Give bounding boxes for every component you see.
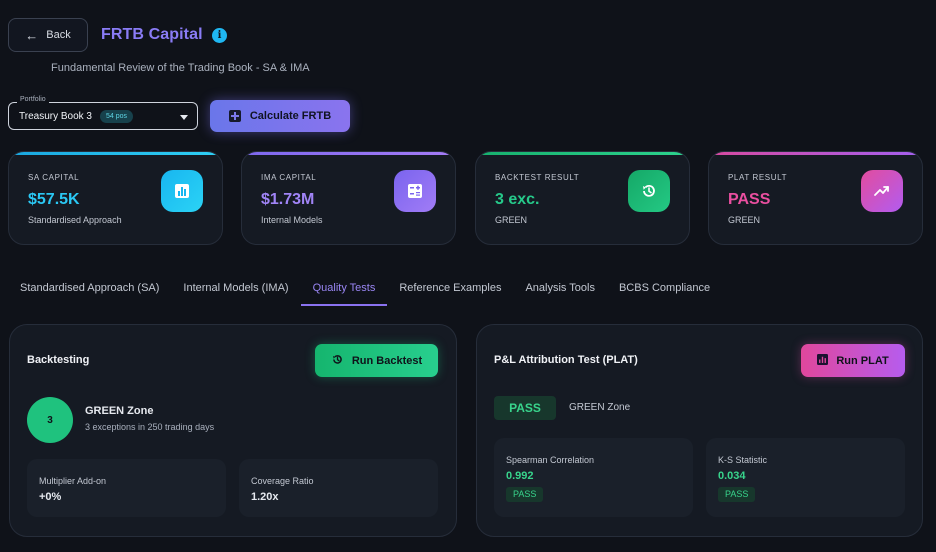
page-title: FRTB Capital <box>101 26 203 43</box>
multiplier-addon-box: Multiplier Add-on +0% <box>27 459 226 517</box>
card-label: BACKTEST RESULT <box>495 173 580 182</box>
card-sub: Internal Models <box>261 215 323 225</box>
plat-zone-label: GREEN Zone <box>569 402 631 413</box>
backtesting-title: Backtesting <box>27 354 90 366</box>
card-accent-line <box>476 152 689 155</box>
status-badge: PASS <box>718 487 756 502</box>
stat-label: Coverage Ratio <box>251 476 314 486</box>
back-button[interactable]: ← Back <box>8 18 88 52</box>
tab-standardised-approach[interactable]: Standardised Approach (SA) <box>20 281 171 306</box>
card-sub: Standardised Approach <box>28 215 122 225</box>
tab-internal-models[interactable]: Internal Models (IMA) <box>171 281 300 306</box>
calculate-frtb-button[interactable]: Calculate FRTB <box>210 100 350 132</box>
card-sub: GREEN <box>495 215 528 225</box>
card-value: $1.73M <box>261 191 315 208</box>
bar-chart-icon <box>161 170 203 212</box>
card-label: PLAT RESULT <box>728 173 788 182</box>
card-value: $57.5K <box>28 191 80 208</box>
caret-down-icon <box>180 115 188 120</box>
portfolio-value: Treasury Book 3 <box>19 111 92 122</box>
run-plat-button[interactable]: Run PLAT <box>801 344 905 377</box>
portfolio-legend: Portfolio <box>17 96 49 103</box>
plat-title: P&L Attribution Test (PLAT) <box>494 354 638 366</box>
run-backtest-label: Run Backtest <box>351 354 423 367</box>
card-label: SA CAPITAL <box>28 173 80 182</box>
tab-reference-examples[interactable]: Reference Examples <box>387 281 513 306</box>
run-backtest-button[interactable]: Run Backtest <box>315 344 438 377</box>
history-icon <box>331 353 344 369</box>
tab-bar: Standardised Approach (SA) Internal Mode… <box>20 281 722 307</box>
ima-capital-card: IMA CAPITAL $1.73M Internal Models <box>241 151 456 245</box>
tab-bcbs-compliance[interactable]: BCBS Compliance <box>607 281 722 306</box>
coverage-ratio-box: Coverage Ratio 1.20x <box>239 459 438 517</box>
tab-quality-tests[interactable]: Quality Tests <box>300 281 388 306</box>
stat-value: 0.034 <box>718 470 746 482</box>
card-label: IMA CAPITAL <box>261 173 317 182</box>
card-accent-line <box>242 152 455 155</box>
ks-statistic-box: K-S Statistic 0.034 PASS <box>706 438 905 517</box>
status-badge: PASS <box>506 487 544 502</box>
calculate-label: Calculate FRTB <box>249 110 332 122</box>
sa-capital-card: SA CAPITAL $57.5K Standardised Approach <box>8 151 223 245</box>
trending-up-icon <box>861 170 903 212</box>
card-accent-line <box>709 152 922 155</box>
plat-result-card: PLAT RESULT PASS GREEN <box>708 151 923 245</box>
exception-count-badge: 3 <box>27 397 73 443</box>
card-value: 3 exc. <box>495 191 540 208</box>
page-subtitle: Fundamental Review of the Trading Book -… <box>51 62 310 74</box>
zone-title: GREEN Zone <box>85 405 154 417</box>
card-accent-line <box>9 152 222 155</box>
calculator-icon <box>228 110 241 122</box>
stat-label: Spearman Correlation <box>506 455 595 465</box>
portfolio-select[interactable]: Portfolio Treasury Book 3 54 pos <box>8 96 198 130</box>
stat-value: 0.992 <box>506 470 534 482</box>
arrow-left-icon: ← <box>25 27 39 43</box>
stat-label: K-S Statistic <box>718 455 768 465</box>
backtest-result-card: BACKTEST RESULT 3 exc. GREEN <box>475 151 690 245</box>
stat-value: +0% <box>39 491 62 503</box>
history-icon <box>628 170 670 212</box>
stat-value: 1.20x <box>251 491 279 503</box>
bar-chart-icon <box>817 353 829 368</box>
card-sub: GREEN <box>728 215 761 225</box>
info-icon[interactable]: i <box>212 28 227 43</box>
back-label: Back <box>46 29 71 41</box>
plat-pass-badge: PASS <box>494 396 556 420</box>
calculator-icon <box>394 170 436 212</box>
run-plat-label: Run PLAT <box>836 354 889 367</box>
card-value: PASS <box>728 191 771 208</box>
spearman-correlation-box: Spearman Correlation 0.992 PASS <box>494 438 693 517</box>
stat-label: Multiplier Add-on <box>39 476 107 486</box>
position-count-badge: 54 pos <box>100 110 134 123</box>
tab-analysis-tools[interactable]: Analysis Tools <box>513 281 607 306</box>
zone-description: 3 exceptions in 250 trading days <box>85 422 215 432</box>
